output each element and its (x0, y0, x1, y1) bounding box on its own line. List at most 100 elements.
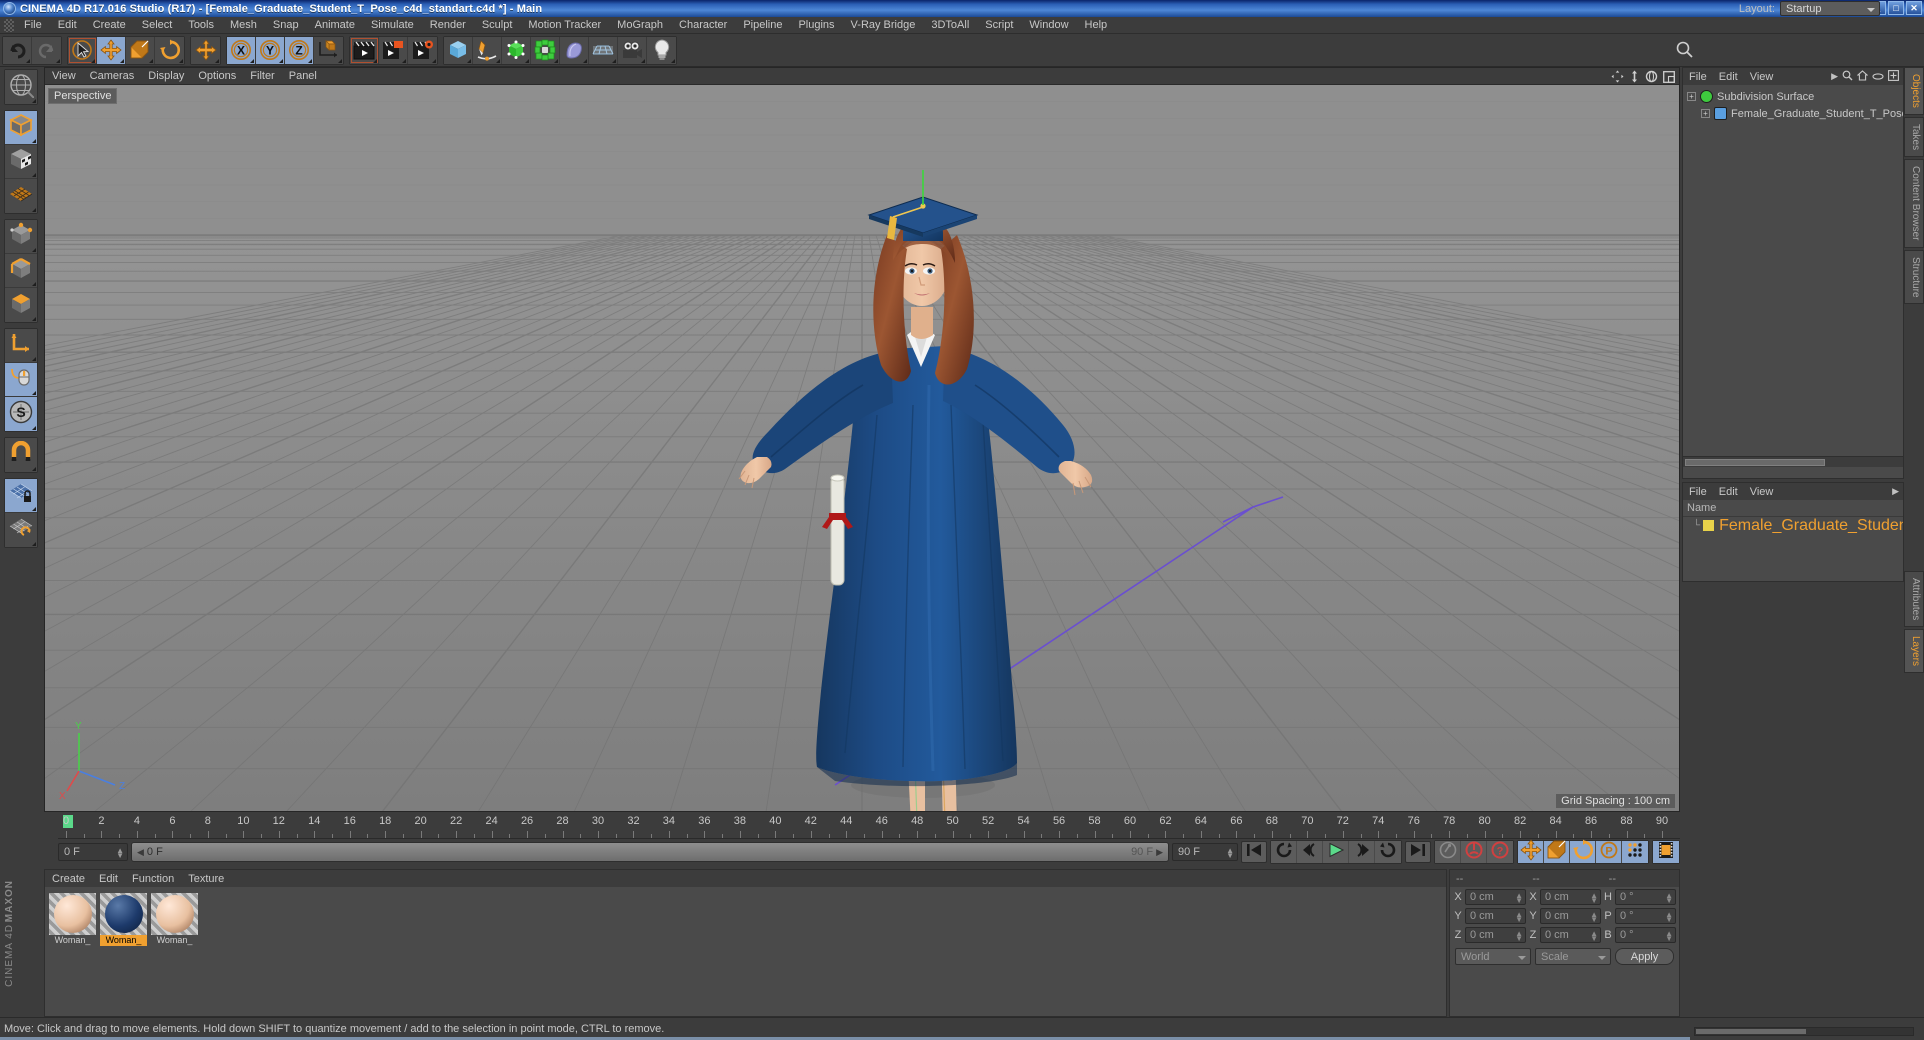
step-back-button[interactable] (1297, 841, 1323, 863)
play-button[interactable] (1323, 841, 1349, 863)
tab-attributes[interactable]: Attributes (1904, 571, 1924, 628)
tool-popup-indicator-icon[interactable] (32, 467, 36, 471)
menu-item-render[interactable]: Render (422, 18, 474, 32)
ellipse-icon[interactable] (1872, 68, 1884, 86)
add-generator-button[interactable] (502, 36, 531, 64)
layer-menu-view[interactable]: View (1744, 486, 1780, 498)
menu-item-pipeline[interactable]: Pipeline (735, 18, 790, 32)
viewport-solo-button[interactable] (5, 363, 37, 397)
menu-item-3dtoall[interactable]: 3DToAll (923, 18, 977, 32)
tab-objects[interactable]: Objects (1904, 67, 1924, 115)
workplane-lock-button[interactable] (5, 479, 37, 513)
viewport-menu-options[interactable]: Options (191, 69, 243, 83)
next-key-button[interactable] (1375, 841, 1401, 863)
coord-field-size[interactable]: 0 cm ▲ ▼ (1540, 907, 1601, 924)
menu-item-mesh[interactable]: Mesh (222, 18, 265, 32)
home-icon[interactable] (1856, 68, 1869, 86)
spinner-icon[interactable]: ▲ ▼ (1665, 910, 1673, 923)
timeline-ruler[interactable]: 0 2 4 6 8 10 12 14 16 18 20 22 24 26 28 30 32 34 36 38 40 42 4… (58, 814, 1680, 839)
render-to-picture-viewer-button[interactable] (379, 36, 408, 64)
viewport-menu-display[interactable]: Display (141, 69, 191, 83)
record-scale-button[interactable] (1544, 840, 1570, 863)
lock-x-button[interactable]: X (227, 36, 256, 64)
coord-field-position[interactable]: 0 cm ▲ ▼ (1465, 907, 1526, 924)
bottom-scrollbar[interactable] (1694, 1027, 1914, 1036)
tab-structure[interactable]: Structure (1904, 249, 1924, 305)
menu-item-simulate[interactable]: Simulate (363, 18, 422, 32)
uv-mesh-button[interactable] (5, 179, 37, 213)
material-item[interactable]: Woman_ (49, 893, 96, 946)
tool-popup-indicator-icon[interactable] (32, 357, 36, 361)
menu-item-create[interactable]: Create (85, 18, 134, 32)
record-position-button[interactable] (1518, 838, 1544, 863)
object-menu-edit[interactable]: Edit (1713, 71, 1744, 83)
tool-popup-indicator-icon[interactable] (32, 208, 36, 212)
edge-mode-button[interactable] (5, 254, 37, 288)
add-floor-button[interactable] (589, 36, 618, 64)
coord-field-position[interactable]: 0 cm ▲ ▼ (1465, 926, 1526, 943)
go-to-end-button[interactable] (1405, 841, 1431, 863)
layer-menu-file[interactable]: File (1683, 486, 1713, 498)
add-cube-button[interactable] (444, 36, 473, 64)
menu-item-window[interactable]: Window (1021, 18, 1076, 32)
3d-viewport[interactable]: Perspective Grid Spacing : 100 cm Y Z X (45, 85, 1679, 811)
object-menu-view[interactable]: View (1744, 71, 1780, 83)
tool-popup-indicator-icon[interactable] (215, 58, 219, 63)
material-menu-function[interactable]: Function (125, 873, 181, 885)
coord-field-rotation[interactable]: 0 ° ▲ ▼ (1615, 907, 1676, 924)
point-mode-button[interactable] (5, 220, 37, 254)
spinner-icon[interactable]: ▲ ▼ (1665, 891, 1673, 904)
tab-content-browser[interactable]: Content Browser (1904, 159, 1924, 248)
tool-popup-indicator-icon[interactable] (26, 58, 30, 63)
add-scene-object-button[interactable] (560, 36, 589, 64)
material-menu-texture[interactable]: Texture (181, 873, 231, 885)
viewport-menu-panel[interactable]: Panel (282, 69, 324, 83)
spinner-icon[interactable]: ▲ ▼ (1590, 910, 1598, 923)
soft-selection-button[interactable]: S (5, 397, 37, 431)
step-forward-button[interactable] (1349, 841, 1375, 863)
tool-popup-indicator-icon[interactable] (525, 58, 529, 63)
tool-popup-indicator-icon[interactable] (671, 58, 675, 63)
search-icon[interactable] (1672, 39, 1698, 61)
material-thumbnail[interactable] (49, 893, 96, 935)
snap-magnet-button[interactable] (5, 438, 37, 472)
tool-popup-indicator-icon[interactable] (467, 58, 471, 63)
previous-key-button[interactable] (1271, 841, 1297, 863)
coordinate-mode-dropdown[interactable]: Scale (1535, 948, 1611, 965)
layer-rows[interactable]: └ Female_Graduate_Student_T_Pose (1683, 517, 1903, 534)
tool-popup-indicator-icon[interactable] (554, 58, 558, 63)
layer-menu-edit[interactable]: Edit (1713, 486, 1744, 498)
menu-item-select[interactable]: Select (134, 18, 181, 32)
axis-mode-button[interactable] (5, 329, 37, 363)
render-view-button[interactable] (350, 36, 379, 64)
add-deformer-button[interactable] (531, 36, 560, 64)
coordinate-space-dropdown[interactable]: World (1455, 948, 1531, 965)
tool-popup-indicator-icon[interactable] (32, 317, 36, 321)
menu-item-script[interactable]: Script (977, 18, 1021, 32)
redo-button[interactable] (32, 36, 61, 64)
tree-expander-icon[interactable]: + (1687, 92, 1696, 101)
tool-popup-indicator-icon[interactable] (32, 391, 36, 395)
tool-popup-indicator-icon[interactable] (32, 99, 36, 103)
keyframe-selection-button[interactable]: ? (1487, 841, 1513, 863)
object-menu-file[interactable]: File (1683, 71, 1713, 83)
model-mode-button[interactable] (5, 111, 37, 145)
object-tree-row[interactable]: + Female_Graduate_Student_T_Pose (1683, 105, 1903, 122)
add-spline-button[interactable] (473, 36, 502, 64)
tree-expander-icon[interactable]: + (1701, 109, 1710, 118)
scrollbar-thumb[interactable] (1685, 459, 1825, 466)
viewport-menu-filter[interactable]: Filter (243, 69, 281, 83)
rotate-tool-button[interactable] (155, 36, 184, 64)
menu-item-edit[interactable]: Edit (50, 18, 85, 32)
spinner-icon[interactable]: ▲ ▼ (1665, 929, 1673, 942)
record-button[interactable] (1461, 841, 1487, 863)
material-menu-edit[interactable]: Edit (92, 873, 125, 885)
object-tree[interactable]: + Subdivision Surface + Female_Graduate_Stu… (1683, 85, 1903, 456)
tool-popup-indicator-icon[interactable] (373, 58, 377, 63)
spinner-icon[interactable]: ▲ ▼ (1515, 891, 1523, 904)
menu-grip-handle[interactable] (4, 18, 14, 32)
menu-item-sculpt[interactable]: Sculpt (474, 18, 521, 32)
time-slider[interactable]: ◀ 0 F 90 F ▶ (131, 842, 1169, 862)
record-rotation-button[interactable] (1570, 839, 1596, 863)
spinner-icon[interactable]: ▲ ▼ (1590, 929, 1598, 942)
